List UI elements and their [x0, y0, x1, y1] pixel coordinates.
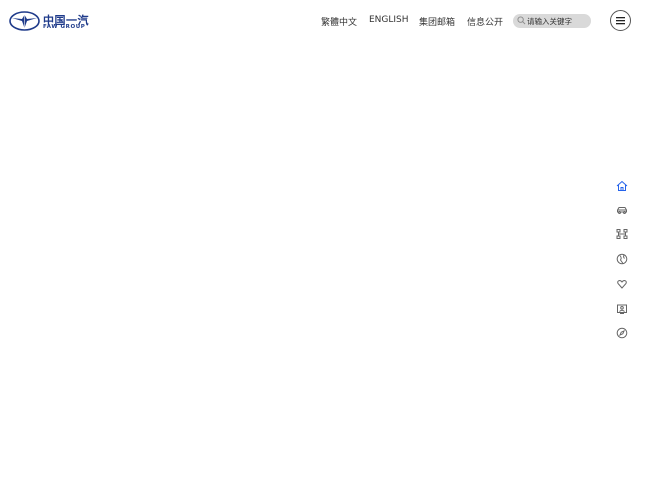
search-input[interactable] — [527, 14, 589, 28]
search-box — [513, 14, 591, 28]
network-icon — [616, 229, 628, 239]
side-nav-global[interactable] — [612, 251, 632, 267]
contact-card-icon — [617, 304, 627, 314]
nav-group-mail[interactable]: 集团邮箱 — [419, 15, 455, 28]
faw-emblem-icon — [9, 11, 40, 31]
nav-english[interactable]: ENGLISH — [369, 15, 409, 25]
search-icon[interactable] — [517, 16, 526, 25]
globe-icon — [616, 253, 628, 265]
car-icon — [617, 207, 627, 214]
side-nav-network[interactable] — [612, 226, 632, 242]
side-nav-contact[interactable] — [612, 301, 632, 317]
side-nav-home[interactable] — [612, 178, 632, 194]
logo-text-en: FAW GROUP — [43, 24, 86, 30]
menu-button[interactable] — [610, 10, 631, 31]
nav-traditional-chinese[interactable]: 繁體中文 — [321, 15, 357, 28]
nav-information-disclosure[interactable]: 信息公开 — [467, 15, 503, 28]
site-header: 中国一汽 FAW GROUP 繁體中文 ENGLISH 集团邮箱 信息公开 — [0, 0, 650, 44]
heart-hand-icon — [617, 279, 627, 289]
compass-icon — [616, 327, 628, 339]
home-icon — [616, 180, 628, 191]
faw-logo[interactable]: 中国一汽 FAW GROUP — [9, 11, 89, 33]
side-nav-responsibility[interactable] — [612, 276, 632, 292]
hamburger-menu-icon — [616, 17, 625, 25]
side-nav-explore[interactable] — [612, 325, 632, 341]
side-nav-vehicles[interactable] — [612, 202, 632, 218]
